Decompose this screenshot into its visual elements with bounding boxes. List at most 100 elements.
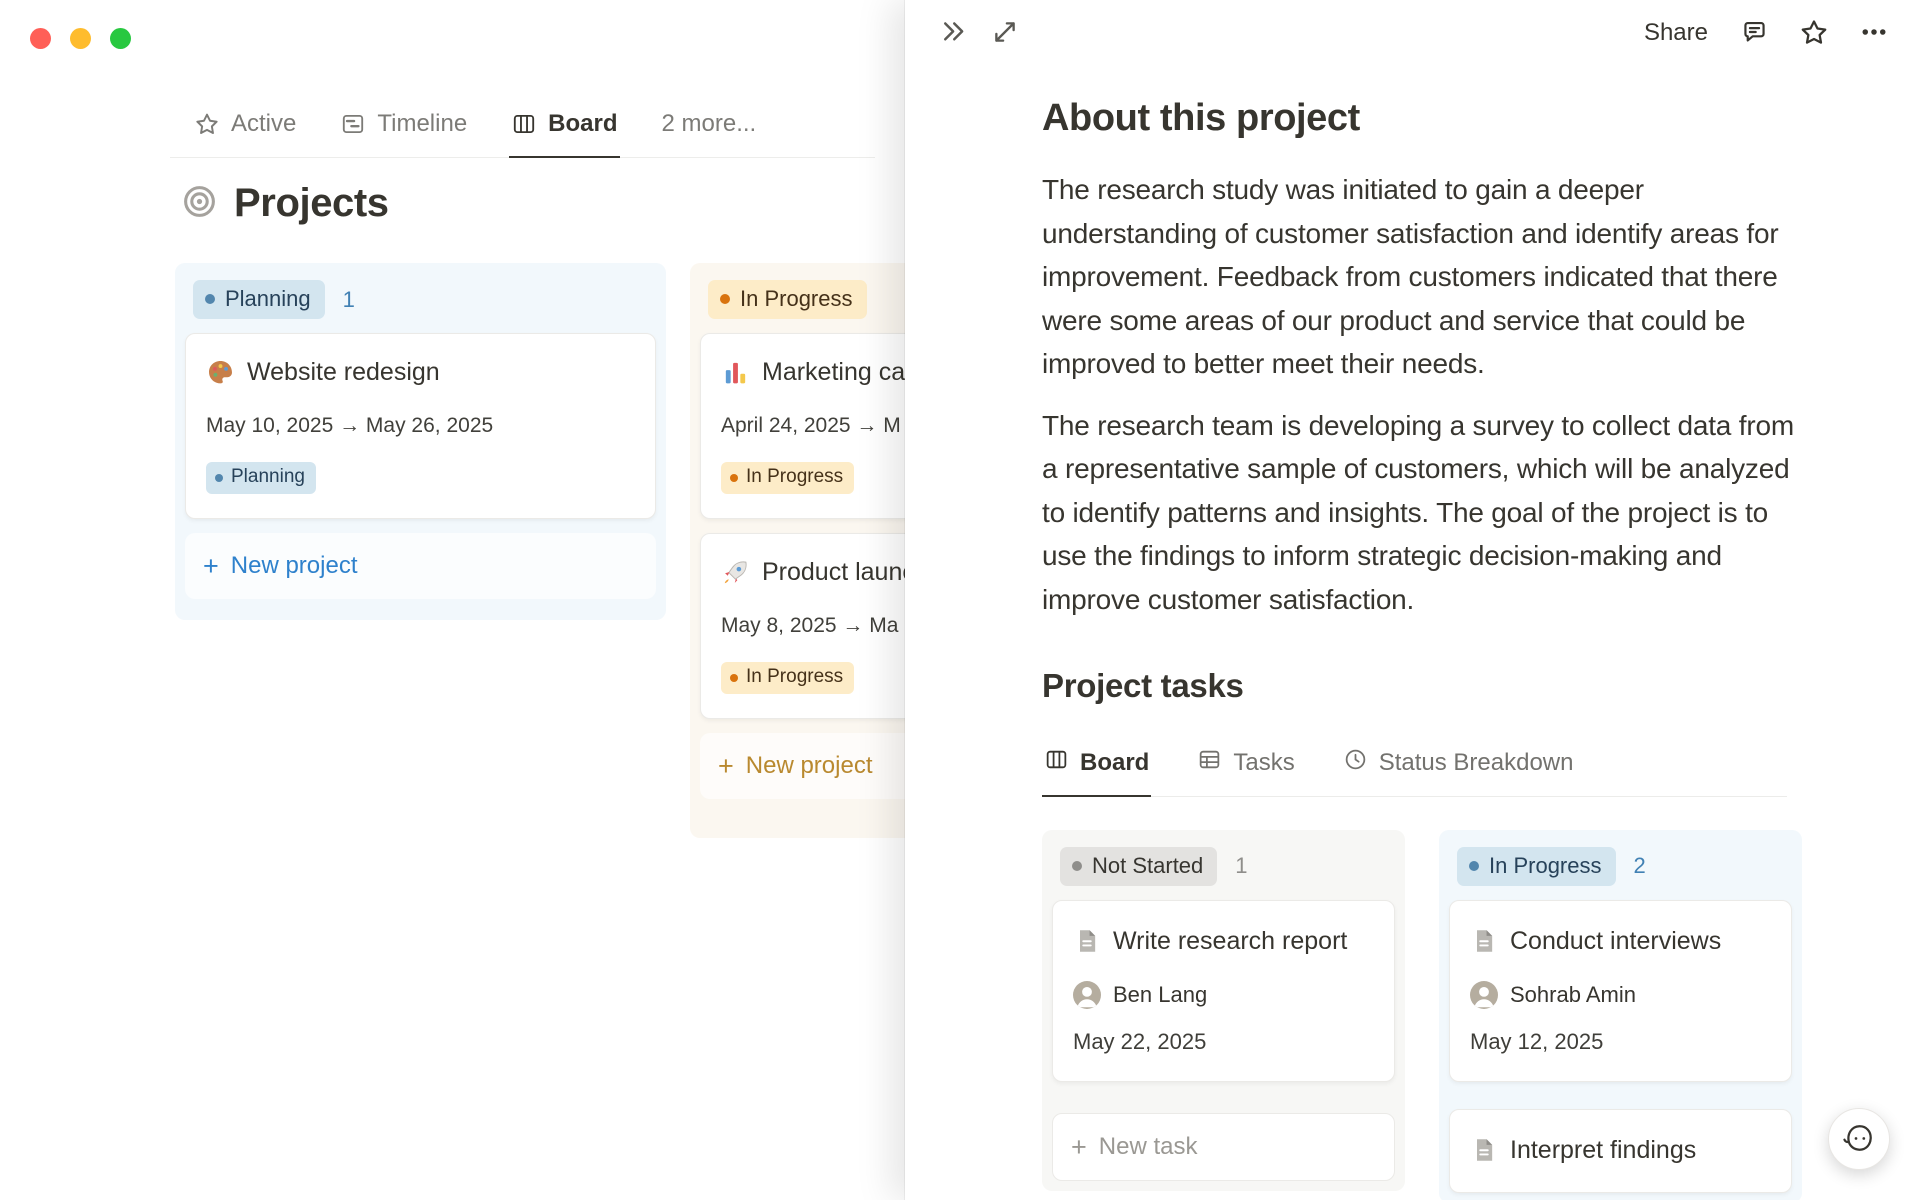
close-window-button[interactable] — [30, 28, 51, 49]
tab-timeline[interactable]: Timeline — [338, 96, 469, 157]
page-icon — [1073, 927, 1101, 955]
status-dot-icon — [720, 294, 730, 305]
board-icon — [511, 111, 537, 137]
column-count: 1 — [342, 286, 355, 312]
column-header: In Progress 2 — [1449, 840, 1792, 900]
project-card-website-redesign[interactable]: Website redesign May 10, 2025 → May 26, … — [185, 333, 656, 520]
page-icon — [1470, 1136, 1498, 1164]
window-controls — [30, 28, 131, 49]
app-window: Active Timeline Board 2 more... Projects — [0, 0, 1920, 1200]
board-column-not-started: Not Started 1 Write research report Ben … — [1042, 829, 1405, 1191]
page-icon — [1470, 927, 1498, 955]
zoom-window-button[interactable] — [110, 28, 131, 49]
double-chevron-right-icon — [939, 17, 969, 50]
view-tab-bar: Active Timeline Board 2 more... — [170, 96, 875, 158]
new-project-button[interactable]: + New project — [185, 533, 656, 600]
minimize-window-button[interactable] — [70, 28, 91, 49]
share-button[interactable]: Share — [1642, 15, 1710, 51]
peek-toolbar: Share — [905, 0, 1920, 66]
notion-ai-face-icon — [1841, 1120, 1877, 1159]
status-pill-not-started[interactable]: Not Started — [1060, 846, 1218, 886]
card-status-tag: In Progress — [721, 662, 855, 694]
target-icon[interactable] — [181, 183, 218, 225]
status-dot-icon — [215, 473, 223, 482]
board-icon — [1044, 747, 1069, 779]
table-icon — [1197, 747, 1222, 779]
star-icon — [194, 111, 220, 137]
paragraph: The research team is developing a survey… — [1042, 409, 1794, 615]
task-card-interpret-findings[interactable]: Interpret findings — [1449, 1108, 1792, 1193]
rocket-icon — [721, 558, 750, 587]
tasks-view-tab-bar: Board Tasks Status Breakdown — [1042, 747, 1787, 797]
page-title: Projects — [234, 181, 389, 225]
tab-more-views[interactable]: 2 more... — [660, 96, 759, 157]
star-icon — [1799, 17, 1829, 50]
favorite-button[interactable] — [1799, 17, 1829, 50]
plus-icon: + — [203, 551, 219, 582]
tab-status-breakdown[interactable]: Status Breakdown — [1341, 747, 1576, 796]
column-count: 2 — [1633, 853, 1646, 879]
status-pill-in-progress[interactable]: In Progress — [708, 280, 867, 320]
card-title: Interpret findings — [1510, 1135, 1697, 1164]
task-card-conduct-interviews[interactable]: Conduct interviews Sohrab Amin May 12, 2… — [1449, 899, 1792, 1082]
notion-ai-button[interactable] — [1828, 1108, 1890, 1170]
card-date: May 22, 2025 — [1073, 1028, 1207, 1054]
status-dot-icon — [1469, 860, 1479, 871]
tab-label: Active — [231, 110, 297, 138]
tasks-board: Not Started 1 Write research report Ben … — [1042, 829, 1802, 1200]
new-task-button[interactable]: + New task — [1052, 1112, 1395, 1181]
plus-icon: + — [718, 750, 734, 781]
column-count: 1 — [1235, 853, 1248, 879]
tab-tasks-board[interactable]: Board — [1042, 747, 1152, 797]
paragraph: The research study was initiated to gain… — [1042, 174, 1779, 379]
comments-button[interactable] — [1740, 17, 1769, 49]
more-options-button[interactable] — [1859, 17, 1889, 50]
card-title: Website redesign — [247, 358, 440, 387]
avatar — [1073, 980, 1101, 1009]
column-header: Not Started 1 — [1052, 840, 1395, 900]
status-pill-planning[interactable]: Planning — [193, 280, 325, 320]
section-heading-about: About this project — [1042, 97, 1360, 139]
column-header: Planning 1 — [185, 273, 656, 333]
tab-tasks-table[interactable]: Tasks — [1195, 747, 1296, 796]
side-peek-panel: Share About this project The research st… — [905, 0, 1920, 1200]
status-pill-label: Not Started — [1092, 852, 1204, 878]
status-pill-in-progress[interactable]: In Progress — [1457, 846, 1616, 886]
card-status-tag: Planning — [206, 462, 316, 495]
card-title: Write research report — [1113, 926, 1348, 955]
palette-icon — [206, 358, 235, 387]
status-pill-label: In Progress — [1489, 852, 1602, 878]
expand-page-button[interactable] — [991, 18, 1019, 49]
peek-content: About this project The research study wa… — [1042, 94, 1802, 1200]
tab-label: 2 more... — [661, 110, 757, 138]
status-pill-label: In Progress — [740, 286, 853, 311]
avatar — [1470, 980, 1498, 1009]
status-dot-icon — [730, 473, 738, 482]
task-card-write-research-report[interactable]: Write research report Ben Lang May 22, 2… — [1052, 899, 1395, 1082]
status-dot-icon — [205, 294, 215, 305]
tab-active[interactable]: Active — [192, 96, 298, 157]
more-icon — [1859, 17, 1889, 50]
bar-chart-icon — [721, 358, 750, 387]
status-pill-label: Planning — [225, 286, 311, 311]
timeline-icon — [340, 111, 366, 137]
tab-label: Board — [548, 110, 618, 137]
board-column-in-progress: In Progress 2 Conduct interviews Sohrab … — [1439, 829, 1802, 1200]
section-heading-tasks: Project tasks — [1042, 667, 1244, 704]
card-title: Conduct interviews — [1510, 926, 1722, 955]
assignee-name: Ben Lang — [1113, 981, 1208, 1007]
comment-icon — [1740, 17, 1769, 49]
card-dates: May 10, 2025 → May 26, 2025 — [206, 414, 494, 438]
plus-icon: + — [1071, 1131, 1087, 1162]
tab-board[interactable]: Board — [509, 96, 620, 158]
tab-label: Timeline — [377, 110, 468, 138]
page-header: Projects — [181, 181, 389, 226]
expand-icon — [991, 18, 1019, 49]
close-peek-button[interactable] — [939, 17, 969, 50]
status-dot-icon — [1072, 860, 1082, 871]
status-dot-icon — [730, 673, 738, 682]
clock-icon — [1343, 747, 1368, 779]
assignee-name: Sohrab Amin — [1510, 981, 1636, 1007]
board-column-planning: Planning 1 Website redesign May 10, 2025… — [175, 263, 666, 620]
card-status-tag: In Progress — [721, 462, 855, 495]
